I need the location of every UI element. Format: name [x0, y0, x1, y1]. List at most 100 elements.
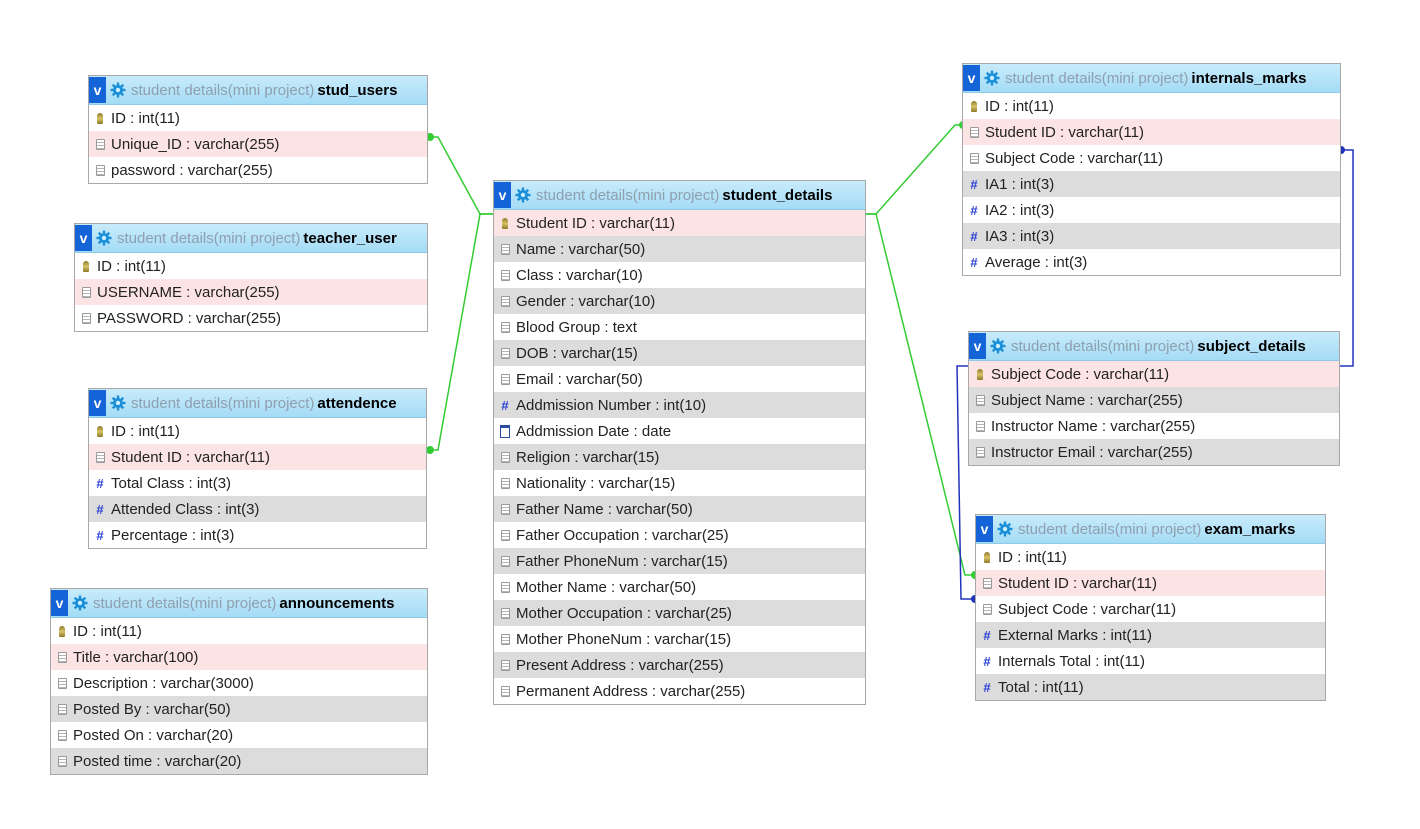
gear-icon[interactable] — [72, 595, 88, 611]
gear-icon[interactable] — [110, 82, 126, 98]
gear-icon[interactable] — [984, 70, 1000, 86]
column-row[interactable]: ID : int(11) — [89, 418, 426, 444]
column-row[interactable]: ID : int(11) — [51, 618, 427, 644]
table-student-details[interactable]: v student details(mini project) student_de… — [493, 180, 866, 705]
gear-icon[interactable] — [990, 338, 1006, 354]
column-row[interactable]: # External Marks : int(11) — [976, 622, 1325, 648]
table-header[interactable]: v student details(mini project) exam_marks — [976, 515, 1325, 544]
column-row[interactable]: Subject Name : varchar(255) — [969, 387, 1339, 413]
table-stud-users[interactable]: v student details(mini project) stud_users… — [88, 75, 428, 184]
column-row[interactable]: # Total : int(11) — [976, 674, 1325, 700]
column-row[interactable]: ID : int(11) — [963, 93, 1340, 119]
column-row[interactable]: Permanent Address : varchar(255) — [494, 678, 865, 704]
text-field-icon — [500, 373, 510, 385]
column-row[interactable]: DOB : varchar(15) — [494, 340, 865, 366]
column-label: Unique_ID : varchar(255) — [111, 135, 280, 153]
column-row[interactable]: Student ID : varchar(11) — [89, 444, 426, 470]
column-row[interactable]: Student ID : varchar(11) — [494, 210, 865, 236]
column-row[interactable]: USERNAME : varchar(255) — [75, 279, 427, 305]
column-row[interactable]: Mother Occupation : varchar(25) — [494, 600, 865, 626]
column-row[interactable]: Posted On : varchar(20) — [51, 722, 427, 748]
column-label: Internals Total : int(11) — [998, 652, 1146, 670]
column-row[interactable]: Subject Code : varchar(11) — [969, 361, 1339, 387]
table-header[interactable]: v student details(mini project) stud_users — [89, 76, 427, 105]
database-name: student details(mini project) — [131, 81, 315, 99]
table-attendence[interactable]: v student details(mini project) attendence… — [88, 388, 427, 549]
column-row[interactable]: Description : varchar(3000) — [51, 670, 427, 696]
column-row[interactable]: ID : int(11) — [976, 544, 1325, 570]
toggle-view-icon[interactable]: v — [494, 182, 511, 208]
toggle-view-icon[interactable]: v — [976, 516, 993, 542]
table-header[interactable]: v student details(mini project) subject_de… — [969, 332, 1339, 361]
column-row[interactable]: Mother Name : varchar(50) — [494, 574, 865, 600]
column-label: Attended Class : int(3) — [111, 500, 260, 518]
table-header[interactable]: v student details(mini project) internals_… — [963, 64, 1340, 93]
gear-icon[interactable] — [997, 521, 1013, 537]
column-label: Student ID : varchar(11) — [516, 214, 675, 232]
column-row[interactable]: Title : varchar(100) — [51, 644, 427, 670]
column-label: Title : varchar(100) — [73, 648, 199, 666]
column-row[interactable]: Class : varchar(10) — [494, 262, 865, 288]
column-row[interactable]: # Addmission Number : int(10) — [494, 392, 865, 418]
table-header[interactable]: v student details(mini project) announceme… — [51, 589, 427, 618]
toggle-view-icon[interactable]: v — [963, 65, 980, 91]
column-row[interactable]: Father Name : varchar(50) — [494, 496, 865, 522]
column-label: Mother Name : varchar(50) — [516, 578, 697, 596]
table-name: student_details — [722, 186, 833, 204]
column-label: Total : int(11) — [998, 678, 1084, 696]
column-row[interactable]: # Attended Class : int(3) — [89, 496, 426, 522]
column-row[interactable]: # Total Class : int(3) — [89, 470, 426, 496]
column-row[interactable]: Father Occupation : varchar(25) — [494, 522, 865, 548]
column-row[interactable]: ID : int(11) — [89, 105, 427, 131]
column-row[interactable]: Instructor Email : varchar(255) — [969, 439, 1339, 465]
column-row[interactable]: Unique_ID : varchar(255) — [89, 131, 427, 157]
column-row[interactable]: Student ID : varchar(11) — [976, 570, 1325, 596]
toggle-view-icon[interactable]: v — [51, 590, 68, 616]
column-row[interactable]: Posted time : varchar(20) — [51, 748, 427, 774]
gear-icon[interactable] — [110, 395, 126, 411]
column-row[interactable]: Subject Code : varchar(11) — [963, 145, 1340, 171]
column-label: Posted time : varchar(20) — [73, 752, 242, 770]
table-header[interactable]: v student details(mini project) attendence — [89, 389, 426, 418]
column-row[interactable]: Present Address : varchar(255) — [494, 652, 865, 678]
column-row[interactable]: Instructor Name : varchar(255) — [969, 413, 1339, 439]
column-row[interactable]: Father PhoneNum : varchar(15) — [494, 548, 865, 574]
table-header[interactable]: v student details(mini project) teacher_us… — [75, 224, 427, 253]
column-row[interactable]: Email : varchar(50) — [494, 366, 865, 392]
column-row[interactable]: ID : int(11) — [75, 253, 427, 279]
column-row[interactable]: password : varchar(255) — [89, 157, 427, 183]
toggle-view-icon[interactable]: v — [75, 225, 92, 251]
column-row[interactable]: Subject Code : varchar(11) — [976, 596, 1325, 622]
toggle-view-icon[interactable]: v — [969, 333, 986, 359]
toggle-view-icon[interactable]: v — [89, 77, 106, 103]
column-row[interactable]: # IA3 : int(3) — [963, 223, 1340, 249]
text-field-icon — [500, 685, 510, 697]
column-row[interactable]: Gender : varchar(10) — [494, 288, 865, 314]
column-row[interactable]: Name : varchar(50) — [494, 236, 865, 262]
table-header[interactable]: v student details(mini project) student_de… — [494, 181, 865, 210]
column-row[interactable]: # Percentage : int(3) — [89, 522, 426, 548]
column-row[interactable]: Addmission Date : date — [494, 418, 865, 444]
column-row[interactable]: Blood Group : text — [494, 314, 865, 340]
column-label: IA2 : int(3) — [985, 201, 1055, 219]
gear-icon[interactable] — [515, 187, 531, 203]
column-label: ID : int(11) — [985, 97, 1054, 115]
column-row[interactable]: # IA1 : int(3) — [963, 171, 1340, 197]
column-row[interactable]: Mother PhoneNum : varchar(15) — [494, 626, 865, 652]
column-row[interactable]: Nationality : varchar(15) — [494, 470, 865, 496]
table-announcements[interactable]: v student details(mini project) announceme… — [50, 588, 428, 775]
table-exam-marks[interactable]: v student details(mini project) exam_marks… — [975, 514, 1326, 701]
column-row[interactable]: Religion : varchar(15) — [494, 444, 865, 470]
column-row[interactable]: # Internals Total : int(11) — [976, 648, 1325, 674]
table-teacher-user[interactable]: v student details(mini project) teacher_us… — [74, 223, 428, 332]
table-internals-marks[interactable]: v student details(mini project) internals_… — [962, 63, 1341, 276]
gear-icon[interactable] — [96, 230, 112, 246]
table-subject-details[interactable]: v student details(mini project) subject_de… — [968, 331, 1340, 466]
column-row[interactable]: Student ID : varchar(11) — [963, 119, 1340, 145]
toggle-view-icon[interactable]: v — [89, 390, 106, 416]
column-row[interactable]: # IA2 : int(3) — [963, 197, 1340, 223]
column-row[interactable]: Posted By : varchar(50) — [51, 696, 427, 722]
column-row[interactable]: # Average : int(3) — [963, 249, 1340, 275]
table-name: exam_marks — [1204, 520, 1296, 538]
column-row[interactable]: PASSWORD : varchar(255) — [75, 305, 427, 331]
